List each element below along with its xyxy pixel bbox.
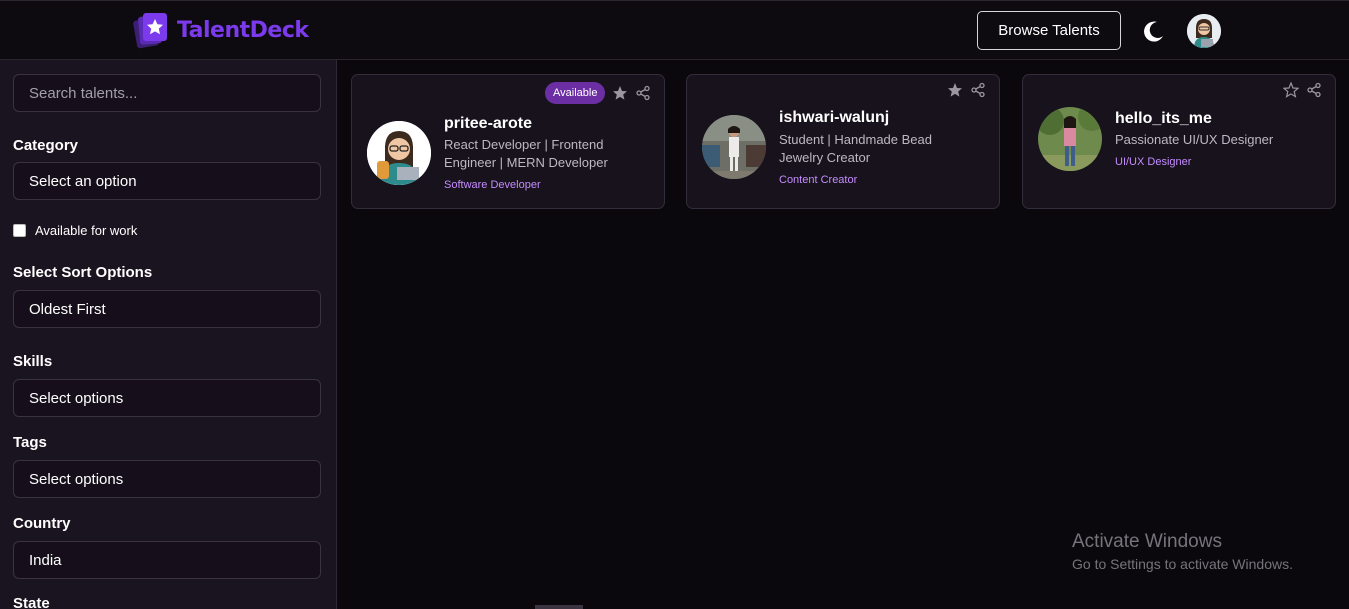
available-filter[interactable]: Available for work — [13, 223, 137, 238]
country-label: Country — [13, 515, 71, 532]
talent-description: Student | Handmade Bead Jewelry Creator — [779, 132, 932, 165]
user-avatar[interactable] — [1187, 14, 1221, 48]
brand-name: TalentDeck — [177, 17, 309, 43]
talent-card[interactable]: hello_its_me Passionate UI/UX Designer U… — [1022, 74, 1336, 209]
talent-role: Content Creator — [779, 174, 858, 186]
talent-name[interactable]: pritee-arote — [444, 115, 532, 133]
star-icon[interactable] — [947, 82, 963, 98]
skills-select[interactable]: Select options — [13, 379, 321, 417]
sort-label: Select Sort Options — [13, 264, 153, 281]
talent-role: Software Developer — [444, 179, 541, 191]
watermark-subtitle: Go to Settings to activate Windows. — [1072, 556, 1293, 572]
tags-select[interactable]: Select options — [13, 460, 321, 498]
skills-label: Skills — [13, 353, 53, 370]
logo-cards-icon — [133, 11, 173, 49]
brand-logo[interactable]: TalentDeck — [133, 11, 309, 49]
horizontal-scrollbar-thumb[interactable] — [535, 605, 583, 609]
talent-role: UI/UX Designer — [1115, 156, 1192, 168]
available-label: Available for work — [35, 223, 138, 238]
category-select[interactable]: Select an option — [13, 162, 321, 200]
avatar — [367, 121, 431, 185]
search-input[interactable]: Search talents... — [13, 74, 321, 112]
talent-name[interactable]: ishwari-walunj — [779, 109, 889, 127]
filter-sidebar: Search talents... Category Select an opt… — [0, 60, 337, 609]
talent-name[interactable]: hello_its_me — [1115, 110, 1212, 128]
tags-label: Tags — [13, 434, 47, 451]
windows-activation-watermark: Activate Windows Go to Settings to activ… — [1072, 531, 1293, 572]
star-icon[interactable] — [1282, 81, 1300, 98]
share-icon[interactable] — [1306, 82, 1322, 98]
share-icon[interactable] — [970, 82, 986, 98]
talent-card[interactable]: Available pritee-arote React Developer |… — [351, 74, 665, 209]
moon-icon[interactable] — [1140, 18, 1166, 44]
avatar — [702, 115, 766, 179]
talent-description: React Developer | Frontend Engineer | ME… — [444, 137, 608, 170]
state-label: State — [13, 595, 50, 609]
talent-description: Passionate UI/UX Designer — [1115, 132, 1274, 147]
browse-talents-button[interactable]: Browse Talents — [977, 11, 1121, 50]
avatar — [1038, 107, 1102, 171]
available-badge: Available — [545, 82, 606, 104]
available-checkbox[interactable] — [13, 224, 26, 237]
star-icon[interactable] — [612, 85, 628, 101]
share-icon[interactable] — [635, 85, 651, 101]
category-label: Category — [13, 137, 79, 154]
top-navbar: TalentDeck Browse Talents — [0, 0, 1349, 60]
country-select[interactable]: India — [13, 541, 321, 579]
talent-card[interactable]: ishwari-walunj Student | Handmade Bead J… — [686, 74, 1000, 209]
sort-select[interactable]: Oldest First — [13, 290, 321, 328]
watermark-title: Activate Windows — [1072, 531, 1222, 552]
